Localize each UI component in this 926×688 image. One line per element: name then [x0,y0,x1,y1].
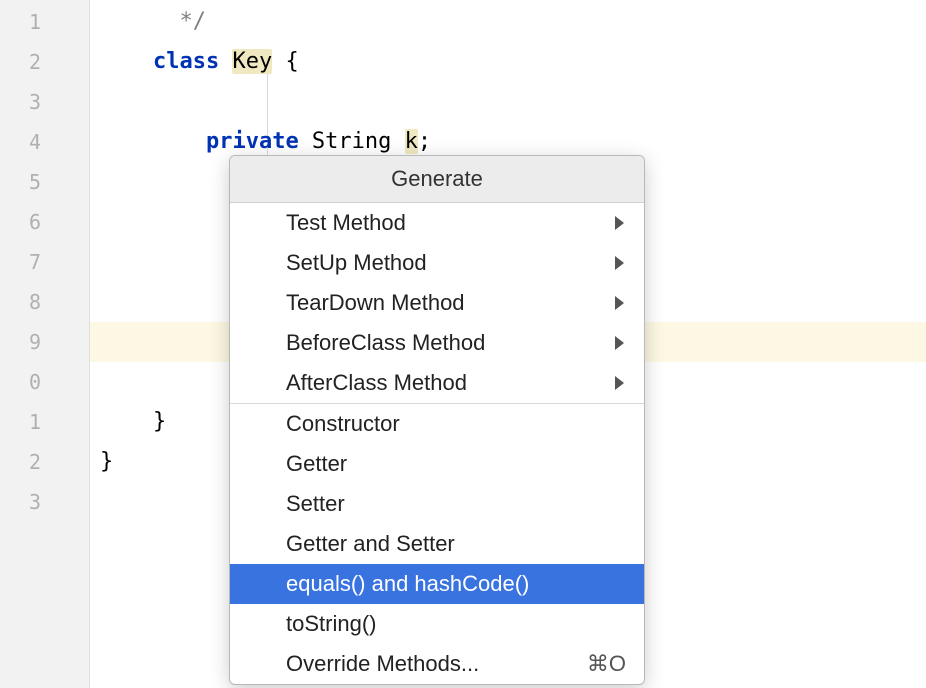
menu-item-label: AfterClass Method [286,370,467,396]
line-number: 2 [0,442,89,482]
menu-item-test-method[interactable]: Test Method [230,203,644,243]
class-name-highlighted: Key [232,49,272,74]
menu-item-equals-hashcode[interactable]: equals() and hashCode() [230,564,644,604]
menu-item-label: SetUp Method [286,250,427,276]
brace: } [100,449,113,474]
line-number: 3 [0,82,89,122]
field-name-highlighted: k [405,129,418,154]
comment-end: */ [179,9,206,34]
menu-item-teardown-method[interactable]: TearDown Method [230,283,644,323]
chevron-right-icon [615,256,624,270]
keyword-private: private [206,129,299,154]
menu-item-constructor[interactable]: Constructor [230,404,644,444]
brace: } [153,409,166,434]
menu-item-label: Getter and Setter [286,531,455,557]
menu-item-label: BeforeClass Method [286,330,485,356]
line-number: 6 [0,202,89,242]
menu-item-label: Setter [286,491,345,517]
chevron-right-icon [615,376,624,390]
chevron-right-icon [615,296,624,310]
menu-item-label: Test Method [286,210,406,236]
menu-item-label: TearDown Method [286,290,465,316]
line-number: 4 [0,122,89,162]
line-number: 8 [0,282,89,322]
code-line[interactable] [90,82,926,122]
line-number: 0 [0,362,89,402]
line-number: 7 [0,242,89,282]
generate-popup: Generate Test Method SetUp Method TearDo… [229,155,645,685]
menu-item-getter[interactable]: Getter [230,444,644,484]
line-number: 1 [0,2,89,42]
chevron-right-icon [615,336,624,350]
menu-item-setup-method[interactable]: SetUp Method [230,243,644,283]
menu-item-label: toString() [286,611,376,637]
menu-item-beforeclass-method[interactable]: BeforeClass Method [230,323,644,363]
chevron-right-icon [615,216,624,230]
popup-title: Generate [230,156,644,203]
menu-item-label: Constructor [286,411,400,437]
menu-item-label: equals() and hashCode() [286,571,529,597]
menu-item-getter-and-setter[interactable]: Getter and Setter [230,524,644,564]
semicolon: ; [418,129,431,154]
menu-item-override-methods[interactable]: Override Methods... ⌘O [230,644,644,684]
line-number: 5 [0,162,89,202]
line-number: 1 [0,402,89,442]
menu-item-shortcut: ⌘O [587,651,626,677]
menu-item-tostring[interactable]: toString() [230,604,644,644]
menu-item-label: Override Methods... [286,651,479,677]
menu-item-label: Getter [286,451,347,477]
menu-item-setter[interactable]: Setter [230,484,644,524]
type-string: String [299,129,405,154]
gutter: 1 2 3 4 5 6 7 8 9 0 1 2 3 [0,0,90,688]
menu-item-afterclass-method[interactable]: AfterClass Method [230,363,644,403]
line-number: 9 [0,322,89,362]
code-line[interactable]: */ [90,2,926,42]
code-line[interactable]: class Key { [90,42,926,82]
line-number: 3 [0,482,89,522]
line-number: 2 [0,42,89,82]
keyword-class: class [153,49,219,74]
brace: { [272,49,299,74]
